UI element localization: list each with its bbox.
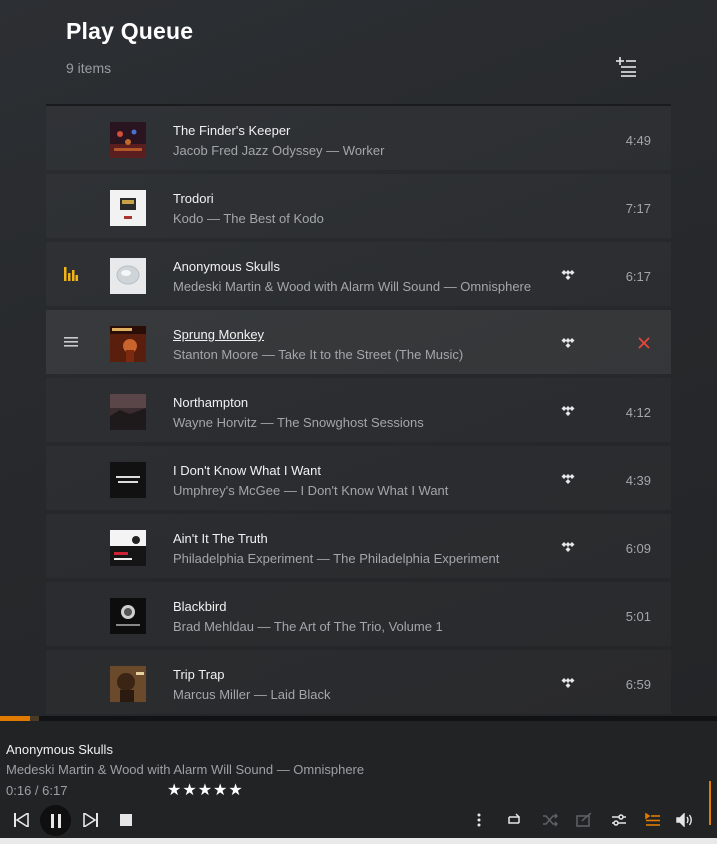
queue-row[interactable]: Blackbird Brad Mehldau — The Art of The …	[46, 582, 671, 646]
track-duration: 7:17	[625, 201, 651, 216]
volume-icon	[676, 813, 692, 827]
track-title[interactable]: Blackbird	[173, 599, 226, 614]
queue-row[interactable]: The Finder's Keeper Jacob Fred Jazz Odys…	[46, 106, 671, 170]
track-artist-album: Umphrey's McGee — I Don't Know What I Wa…	[173, 483, 449, 498]
track-duration: 4:39	[625, 473, 651, 488]
shuffle-button[interactable]	[538, 809, 562, 831]
now-playing-indicator	[56, 262, 86, 286]
track-title[interactable]: Northampton	[173, 395, 248, 410]
more-vertical-icon	[477, 813, 481, 827]
dsp-settings-button[interactable]	[607, 809, 631, 831]
track-artist-album: Medeski Martin & Wood with Alarm Will So…	[173, 279, 532, 294]
queue-button[interactable]	[641, 809, 665, 831]
album-art	[110, 598, 146, 634]
queue-row[interactable]: Trodori Kodo — The Best of Kodo 7:17	[46, 174, 671, 238]
album-art	[110, 666, 146, 702]
item-count: 9 items	[66, 60, 112, 76]
radio-button[interactable]	[572, 809, 596, 831]
track-artist-album: Jacob Fred Jazz Odyssey — Worker	[173, 143, 385, 158]
skip-next-icon	[83, 813, 98, 827]
album-art	[110, 326, 146, 362]
queue-row[interactable]: Trip Trap Marcus Miller — Laid Black 6:5…	[46, 650, 671, 714]
track-artist-album: Brad Mehldau — The Art of The Trio, Volu…	[173, 619, 443, 634]
queue-row[interactable]: Anonymous Skulls Medeski Martin & Wood w…	[46, 242, 671, 306]
queue-row[interactable]: Northampton Wayne Horvitz — The Snowghos…	[46, 378, 671, 442]
more-options-button[interactable]	[468, 809, 490, 831]
status-bar	[0, 838, 717, 844]
repeat-icon	[508, 813, 520, 824]
tidal-icon	[560, 404, 576, 418]
track-title[interactable]: Sprung Monkey	[173, 327, 264, 342]
drag-handle-icon	[64, 337, 78, 347]
stop-button[interactable]	[115, 809, 137, 831]
player-bar: Anonymous Skulls Medeski Martin & Wood w…	[0, 721, 717, 844]
tidal-icon	[560, 676, 576, 690]
track-duration: 6:09	[625, 541, 651, 556]
queue-row[interactable]: Sprung Monkey Stanton Moore — Take It to…	[46, 310, 671, 374]
volume-button[interactable]	[673, 809, 697, 831]
track-title[interactable]: Trip Trap	[173, 667, 225, 682]
now-playing-artist-album: Medeski Martin & Wood with Alarm Will So…	[6, 762, 365, 777]
track-duration: 4:49	[625, 133, 651, 148]
tidal-icon	[560, 472, 576, 486]
track-duration: 6:17	[625, 269, 651, 284]
queue-list-icon	[645, 813, 660, 826]
remove-from-queue-button[interactable]	[635, 334, 653, 352]
playlist-add-icon	[616, 57, 636, 77]
queue-options-button[interactable]	[611, 54, 641, 80]
track-artist-album: Stanton Moore — Take It to the Street (T…	[173, 347, 464, 362]
equalizer-icon	[64, 267, 78, 281]
track-artist-album: Kodo — The Best of Kodo	[173, 211, 324, 226]
album-art	[110, 462, 146, 498]
album-art	[110, 394, 146, 430]
album-art	[110, 258, 146, 294]
track-artist-album: Wayne Horvitz — The Snowghost Sessions	[173, 415, 424, 430]
shuffle-icon	[543, 813, 558, 827]
playback-time: 0:16 / 6:17	[6, 783, 68, 798]
tidal-icon	[560, 336, 576, 350]
track-title[interactable]: Anonymous Skulls	[173, 259, 280, 274]
album-art	[110, 190, 146, 226]
pause-icon	[50, 813, 61, 828]
track-artist-album: Philadelphia Experiment — The Philadelph…	[173, 551, 500, 566]
previous-button[interactable]	[10, 809, 32, 831]
track-duration: 6:59	[625, 677, 651, 692]
drag-handle[interactable]	[56, 330, 86, 354]
queue-row[interactable]: Ain't It The Truth Philadelphia Experime…	[46, 514, 671, 578]
page-title: Play Queue	[66, 18, 194, 44]
stop-icon	[120, 814, 132, 826]
track-title[interactable]: Ain't It The Truth	[173, 531, 268, 546]
track-title[interactable]: I Don't Know What I Want	[173, 463, 321, 478]
radio-icon	[576, 813, 592, 827]
tidal-icon	[560, 268, 576, 282]
pause-button[interactable]	[40, 805, 71, 836]
queue-header: Play Queue 9 items	[66, 18, 193, 76]
tidal-icon	[560, 540, 576, 554]
queue-list: The Finder's Keeper Jacob Fred Jazz Odys…	[46, 106, 671, 718]
track-artist-album: Marcus Miller — Laid Black	[173, 687, 331, 702]
rating-stars[interactable]: ★★★★★	[167, 780, 244, 800]
track-title[interactable]: The Finder's Keeper	[173, 123, 290, 138]
queue-row[interactable]: I Don't Know What I Want Umphrey's McGee…	[46, 446, 671, 510]
track-duration: 5:01	[625, 609, 651, 624]
volume-level-bar[interactable]	[709, 781, 711, 825]
sliders-icon	[612, 814, 626, 826]
album-art	[110, 122, 146, 158]
repeat-button[interactable]	[502, 809, 526, 831]
track-duration: 4:12	[625, 405, 651, 420]
now-playing-title[interactable]: Anonymous Skulls	[6, 742, 113, 757]
skip-previous-icon	[14, 813, 29, 827]
track-title[interactable]: Trodori	[173, 191, 214, 206]
album-art	[110, 530, 146, 566]
close-icon	[638, 337, 650, 349]
next-button[interactable]	[80, 809, 102, 831]
